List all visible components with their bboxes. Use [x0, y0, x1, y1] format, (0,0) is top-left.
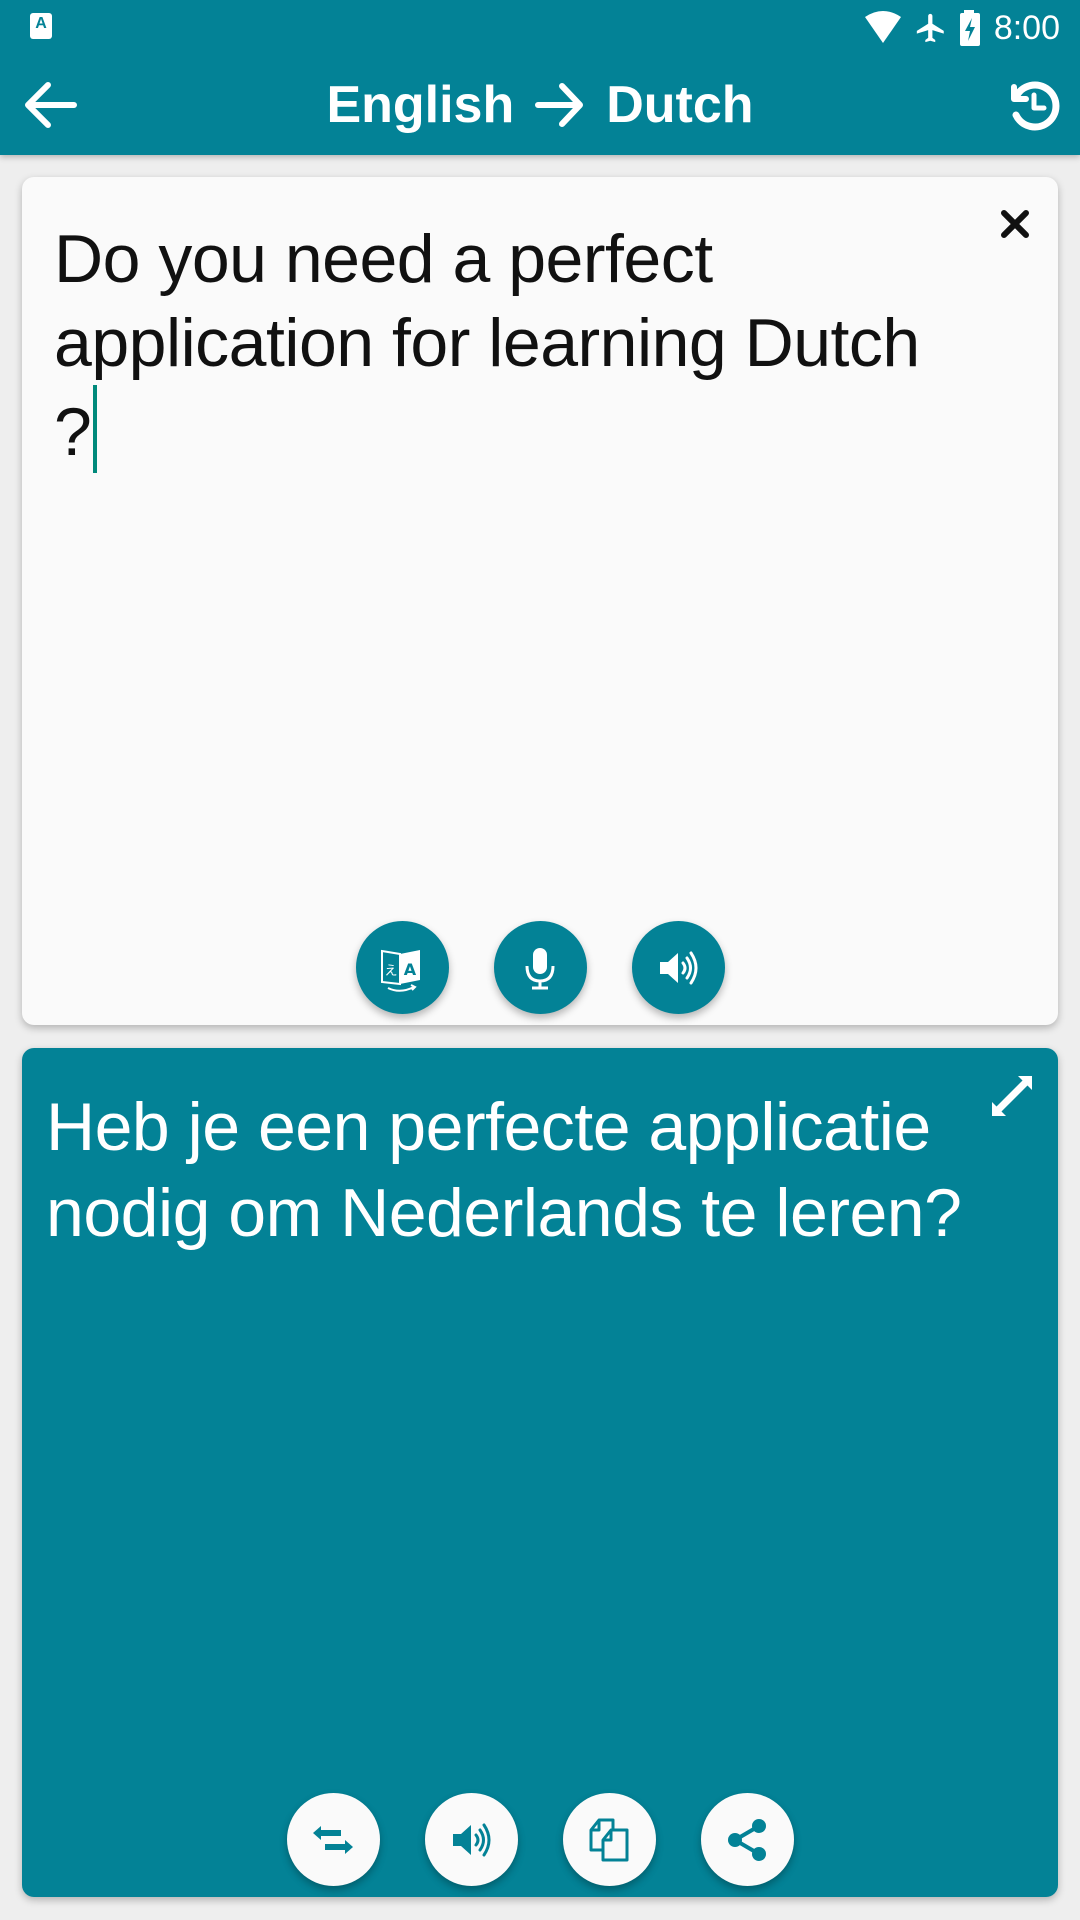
- speak-source-button[interactable]: [631, 921, 725, 1014]
- speak-translation-button[interactable]: [424, 1793, 518, 1886]
- swap-icon: [313, 1825, 353, 1854]
- svg-text:A: A: [404, 960, 417, 979]
- translation-text: Heb je een perfecte applicatie nodig om …: [46, 1089, 962, 1251]
- speaker-icon: [660, 951, 698, 984]
- source-text-card: Do you need a perfect application for le…: [22, 177, 1058, 1025]
- arrow-right-icon: [535, 83, 584, 127]
- source-language-label[interactable]: English: [326, 75, 514, 135]
- target-language-label[interactable]: Dutch: [606, 75, 753, 135]
- copy-button[interactable]: [562, 1793, 656, 1886]
- status-time: 8:00: [993, 8, 1060, 47]
- fullscreen-expand-icon: [992, 1076, 1032, 1116]
- translation-card: Heb je een perfecte applicatie nodig om …: [22, 1048, 1058, 1897]
- history-button[interactable]: [1002, 75, 1062, 135]
- microphone-button[interactable]: [493, 921, 587, 1014]
- status-bar: A 8:00: [0, 0, 1080, 55]
- source-text-input[interactable]: Do you need a perfect application for le…: [54, 217, 954, 474]
- translation-actions: [22, 1793, 1058, 1886]
- translate-app-notification-icon: A: [30, 13, 52, 39]
- expand-button[interactable]: [982, 1066, 1042, 1126]
- app-bar: A 8:00 English Dutch: [0, 0, 1080, 155]
- history-icon: [1011, 81, 1060, 131]
- source-actions: A え: [22, 921, 1058, 1014]
- translate-button[interactable]: A え: [355, 921, 449, 1014]
- microphone-icon: [525, 947, 555, 989]
- notification-letter: A: [35, 15, 47, 32]
- airplane-mode-icon: [916, 13, 944, 43]
- swap-languages-button[interactable]: [286, 1793, 380, 1886]
- clear-text-button[interactable]: [990, 199, 1040, 249]
- status-icons: 8:00: [864, 6, 1060, 50]
- arrow-back-icon: [25, 82, 77, 128]
- text-cursor: [93, 385, 98, 473]
- svg-text:え: え: [384, 964, 397, 979]
- back-button[interactable]: [20, 75, 80, 135]
- toolbar: English Dutch: [0, 55, 1080, 155]
- share-icon: [728, 1818, 766, 1861]
- copy-icon: [589, 1818, 629, 1861]
- battery-charging-icon: [959, 10, 980, 46]
- source-text: Do you need a perfect application for le…: [54, 221, 920, 470]
- translate-icon: A え: [381, 949, 420, 992]
- language-pair-title[interactable]: English Dutch: [326, 75, 753, 135]
- close-icon: [1001, 210, 1029, 238]
- wifi-icon: [864, 11, 901, 43]
- speaker-icon: [453, 1823, 491, 1856]
- share-button[interactable]: [700, 1793, 794, 1886]
